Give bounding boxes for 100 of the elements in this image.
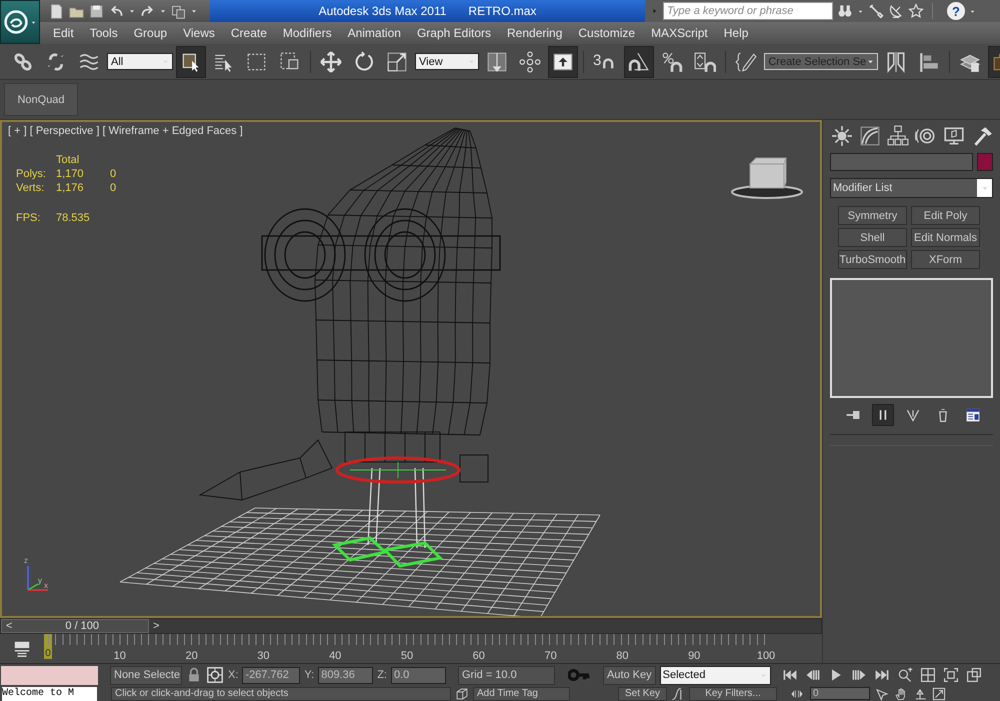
toolbar-button[interactable] — [548, 46, 578, 78]
add-time-tag-button[interactable]: Add Time Tag — [473, 686, 570, 700]
menu-item[interactable]: Modifiers — [280, 24, 345, 42]
frame-position: 0 / 100 — [64, 620, 100, 632]
viewcube-drawing[interactable] — [731, 158, 803, 199]
cube-icon[interactable] — [455, 686, 469, 700]
modifier-list-dropdown[interactable]: Modifier List — [830, 178, 993, 198]
axis-tripod-icon — [27, 566, 48, 591]
previous-frame-arrow[interactable]: < — [2, 620, 16, 632]
caret-icon[interactable] — [190, 7, 198, 15]
menu-item[interactable]: Views — [180, 24, 228, 42]
field-of-view-icon[interactable] — [932, 686, 946, 700]
set-key-button[interactable]: Set Key — [618, 686, 667, 700]
menu-item[interactable]: Edit — [50, 24, 87, 42]
star-icon[interactable] — [908, 3, 924, 19]
menu-item[interactable]: Graph Editors — [414, 24, 504, 42]
modifier-button[interactable]: XForm — [911, 250, 980, 269]
time-config-icon[interactable] — [13, 640, 31, 658]
application-button[interactable] — [0, 0, 40, 44]
modifier-button[interactable]: Edit Poly — [911, 206, 980, 225]
frame-tick-label: 90 — [688, 650, 700, 662]
axis-label: y — [38, 576, 42, 585]
file-name: RETRO.max — [468, 4, 536, 18]
maxscript-listener-field[interactable] — [1, 666, 98, 684]
help-button[interactable]: ? — [947, 2, 965, 20]
frame-tick-label: 50 — [400, 650, 414, 662]
modifier-button[interactable]: Edit Normals — [911, 228, 980, 247]
key-set-dropdown[interactable]: Selected — [660, 666, 771, 684]
go-start-icon[interactable] — [780, 667, 799, 683]
next-frame-icon[interactable] — [850, 667, 868, 683]
maximize-icon[interactable] — [964, 667, 983, 683]
new-file-icon[interactable] — [48, 2, 65, 20]
curve-icon[interactable] — [858, 124, 882, 148]
caret-icon[interactable] — [128, 7, 136, 15]
time-slider-thumb[interactable]: < 0 / 100 — [1, 619, 149, 633]
percent-magnet-icon — [661, 50, 684, 72]
grid-view-icon[interactable] — [918, 667, 937, 683]
object-name-field[interactable] — [830, 153, 973, 171]
toolbar-button[interactable]: 3 — [589, 48, 622, 74]
pivot-icon — [486, 50, 508, 72]
hand-pan-icon[interactable] — [894, 686, 908, 700]
binoculars-icon[interactable] — [837, 3, 853, 19]
target-icon[interactable] — [206, 666, 224, 684]
coordinate-label: X: — [228, 669, 238, 681]
viewport-label[interactable]: [ + ] [ Perspective ] [ Wireframe + Edged Faces ] — [8, 125, 243, 137]
frame-tick-label: 80 — [616, 650, 629, 662]
align-icon — [918, 50, 940, 72]
menu-item[interactable]: Group — [130, 24, 180, 42]
key-marker[interactable]: 0 — [44, 634, 52, 659]
key-filters-button[interactable]: Key Filters... — [689, 686, 777, 700]
scale-box-icon — [386, 50, 408, 72]
auto-key-button[interactable]: Auto Key — [602, 666, 656, 684]
go-end-icon[interactable] — [872, 667, 891, 683]
toolbar-button[interactable] — [624, 46, 654, 78]
menu-item[interactable]: Create — [228, 24, 280, 42]
fps-label: FPS: — [16, 212, 42, 224]
app-logo-icon — [3, 9, 29, 35]
y-coordinate-field[interactable]: 809.36 — [318, 666, 374, 684]
current-frame-field[interactable]: 0 — [810, 687, 870, 700]
coordinate-label: Y: — [304, 669, 314, 681]
orbit-icon[interactable] — [913, 686, 927, 700]
modifier-button[interactable]: Shell — [838, 228, 907, 247]
menu-item[interactable]: Animation — [344, 24, 414, 42]
hierarchy-icon[interactable] — [886, 124, 910, 148]
broken-link-icon — [45, 50, 67, 72]
modifier-button[interactable]: Symmetry — [838, 206, 907, 225]
menu-item[interactable]: Help — [720, 24, 762, 42]
modifier-button[interactable]: TurboSmooth — [838, 250, 907, 269]
menu-item[interactable]: MAXScript — [648, 24, 721, 42]
search-field[interactable]: Type a keyword or phrase — [663, 2, 833, 20]
selection-status: None Selecte — [110, 666, 182, 684]
satellite-dish-icon[interactable] — [888, 3, 904, 19]
frame-tick-label: 40 — [329, 650, 342, 662]
frame-tick-label: 100 — [756, 650, 776, 662]
wrench-icon[interactable] — [868, 3, 884, 19]
modifier-stack[interactable] — [830, 278, 993, 398]
stats-value: 0 — [110, 168, 118, 180]
lock-icon[interactable] — [186, 667, 202, 683]
ribbon-button[interactable]: NonQuad — [4, 83, 78, 116]
zoom-extents-icon[interactable] — [942, 667, 960, 683]
frame-tick-label: 30 — [257, 650, 270, 662]
track-bar[interactable] — [48, 634, 766, 645]
fork-icon — [905, 407, 921, 423]
menu-item[interactable]: Customize — [575, 24, 648, 42]
stack-tool-button[interactable] — [872, 404, 894, 426]
angle-magnet-icon — [628, 50, 650, 72]
coordinate-system-dropdown[interactable]: View — [415, 53, 479, 70]
object-color-swatch[interactable] — [977, 153, 993, 171]
x-coordinate-field[interactable]: -267.762 — [242, 666, 300, 684]
pointer-icon[interactable] — [875, 686, 889, 700]
stats-header: Total — [56, 154, 80, 166]
menu-item[interactable]: Tools — [86, 24, 131, 42]
toolbar-button[interactable] — [176, 46, 206, 78]
menu-item[interactable]: Rendering — [504, 24, 576, 42]
next-frame-arrow[interactable]: > — [149, 619, 164, 633]
caret-icon[interactable] — [159, 7, 167, 15]
sun-icon[interactable] — [830, 124, 854, 148]
selection-filter-dropdown[interactable]: All — [107, 53, 173, 70]
brace-pencil-icon — [735, 50, 758, 72]
z-coordinate-field[interactable]: 0.0 — [390, 666, 446, 684]
